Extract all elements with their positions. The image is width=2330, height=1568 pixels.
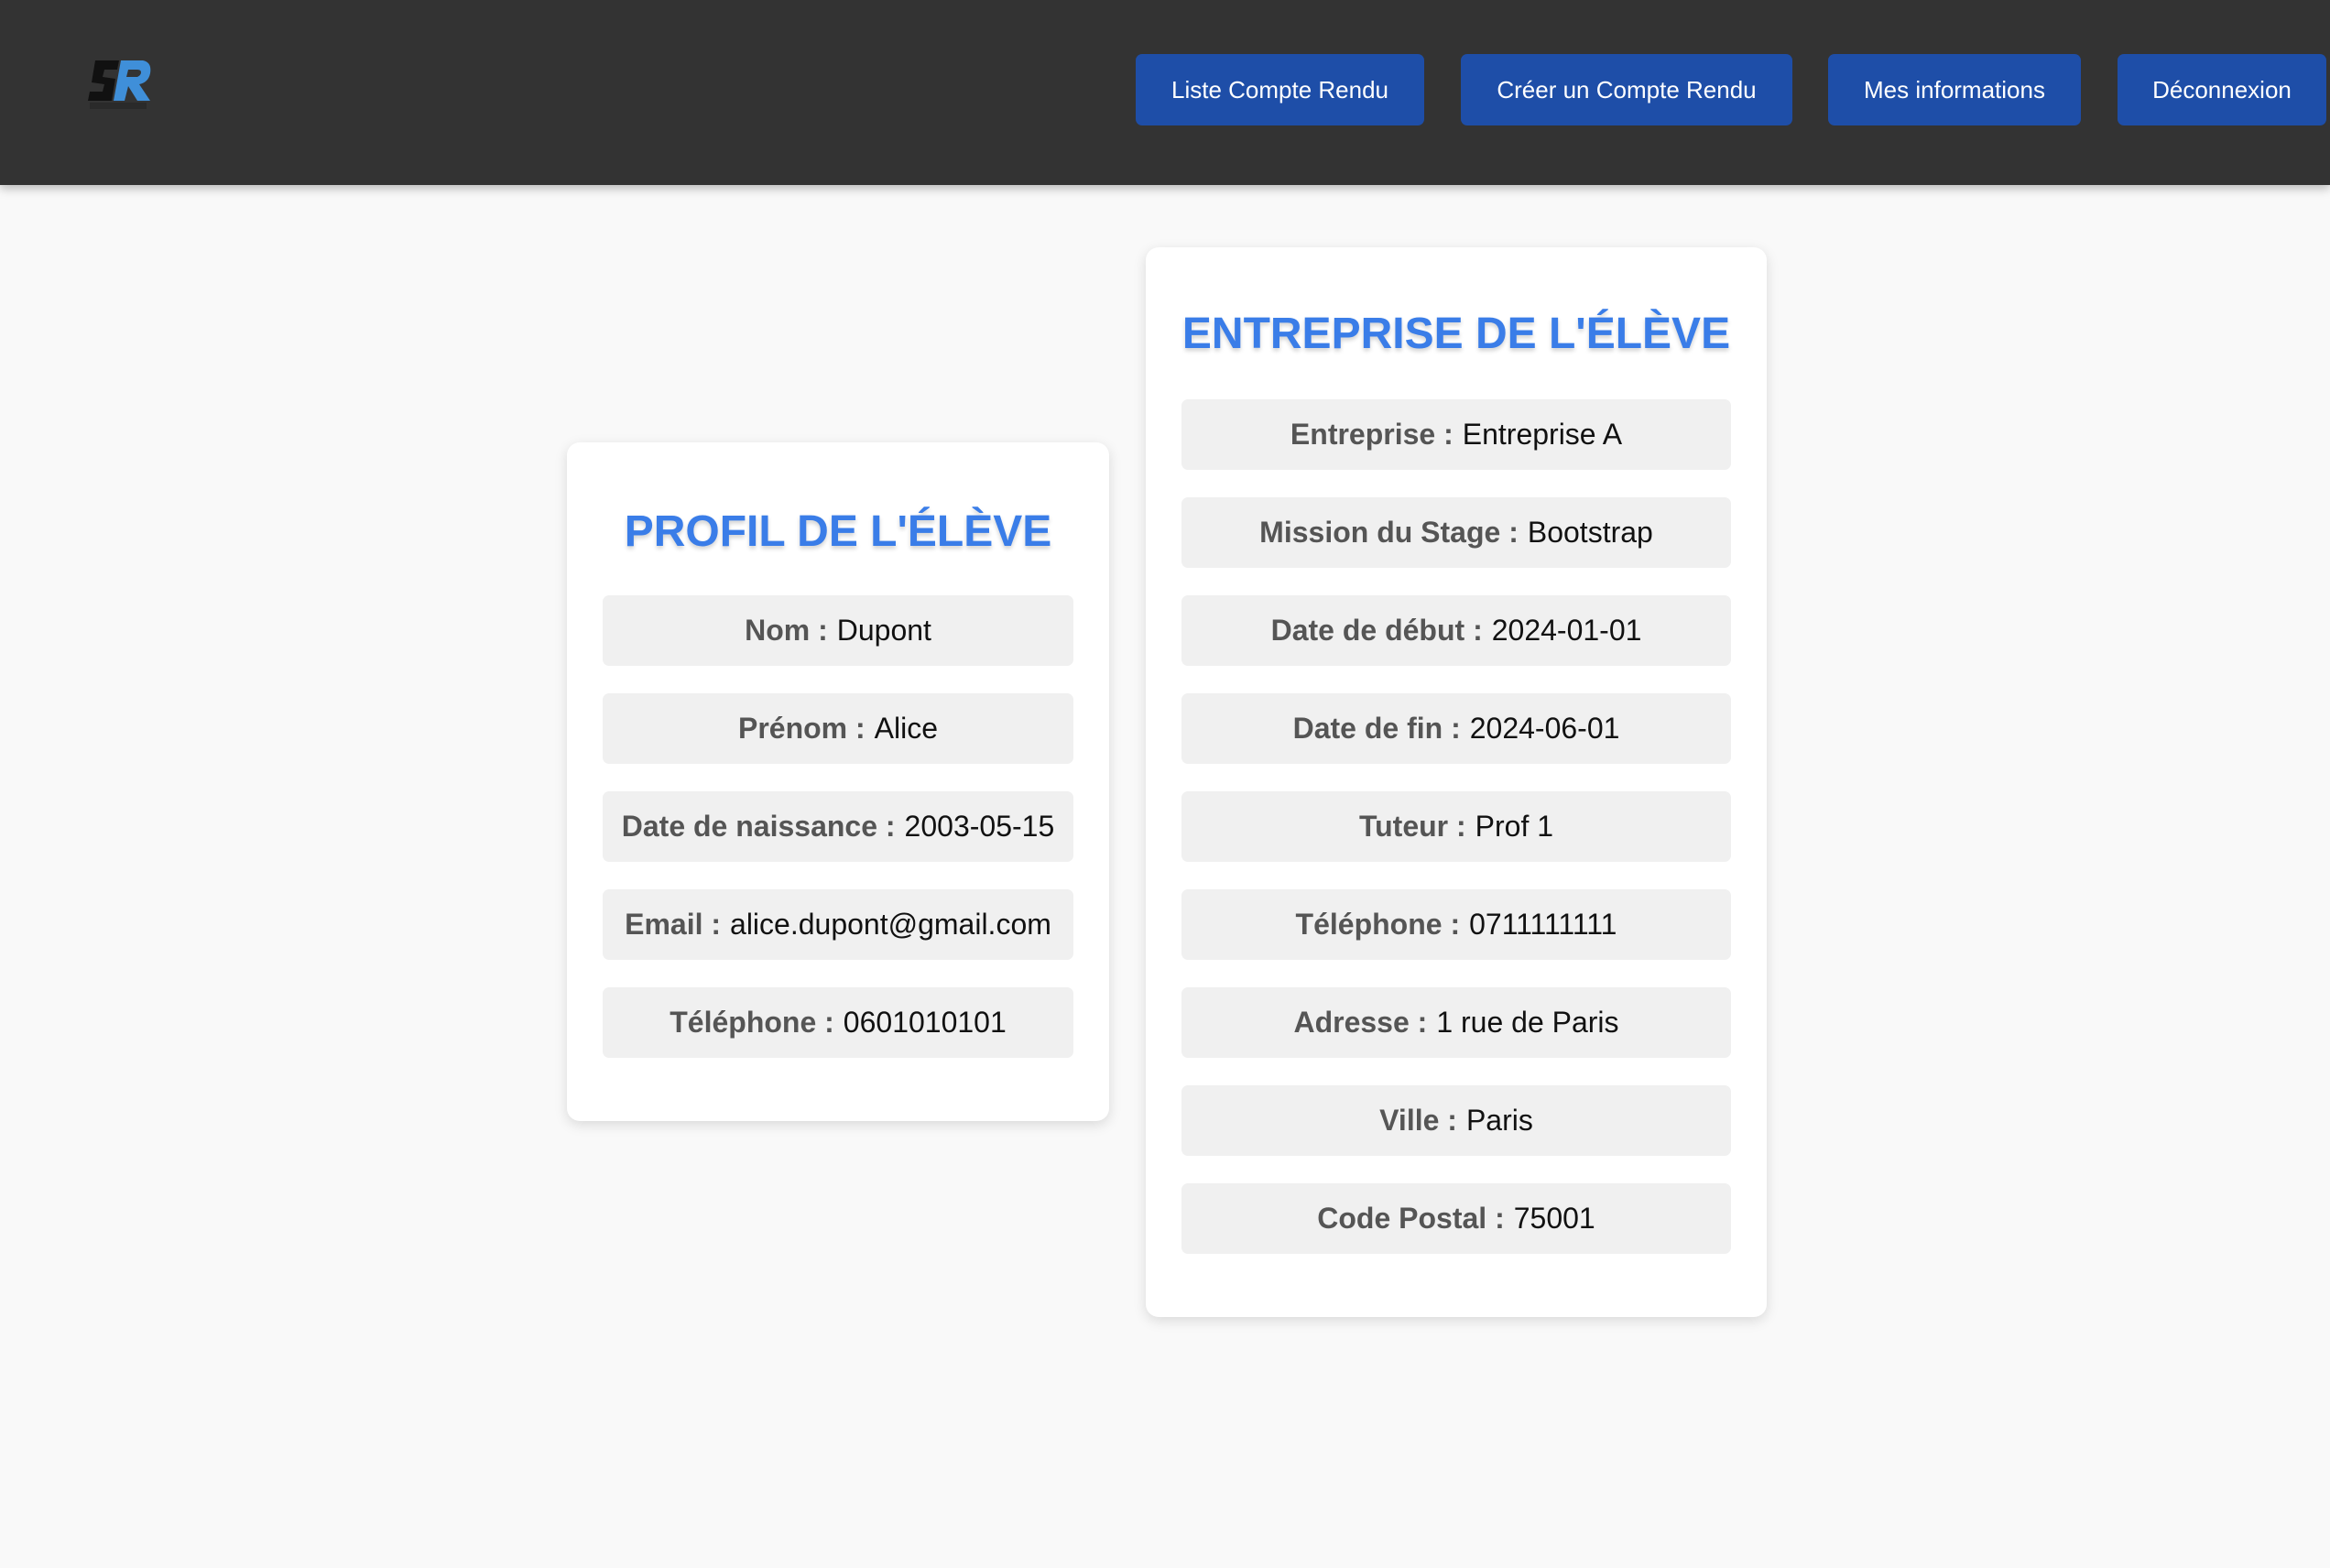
field-value: Paris <box>1465 1104 1533 1137</box>
field-label: Date de fin : <box>1292 712 1461 745</box>
profile-field-nom: Nom : Dupont <box>603 595 1073 666</box>
company-field-date-fin: Date de fin : 2024-06-01 <box>1181 693 1731 764</box>
field-value: Prof 1 <box>1475 810 1554 843</box>
nav-liste-compte-rendu-button[interactable]: Liste Compte Rendu <box>1136 54 1424 125</box>
field-label: Entreprise : <box>1290 418 1454 451</box>
field-value: 1 rue de Paris <box>1436 1006 1619 1039</box>
top-navbar: Liste Compte Rendu Créer un Compte Rendu… <box>0 0 2330 185</box>
field-value: 75001 <box>1513 1202 1595 1235</box>
company-card-title: ENTREPRISE DE L'ÉLÈVE <box>1181 310 1731 358</box>
field-value: 2003-05-15 <box>904 810 1055 843</box>
field-value: Entreprise A <box>1462 418 1623 451</box>
field-label: Date de naissance : <box>621 810 896 843</box>
sr-logo-icon[interactable] <box>88 57 152 112</box>
field-label: Nom : <box>745 614 828 647</box>
company-field-code-postal: Code Postal : 75001 <box>1181 1183 1731 1254</box>
field-label: Prénom : <box>737 712 866 745</box>
field-value: alice.dupont@gmail.com <box>730 908 1051 941</box>
field-value: 2024-01-01 <box>1491 614 1642 647</box>
profile-field-telephone: Téléphone : 0601010101 <box>603 987 1073 1058</box>
field-label: Téléphone : <box>1295 908 1461 941</box>
field-value: 0601010101 <box>843 1006 1007 1039</box>
company-field-tuteur: Tuteur : Prof 1 <box>1181 791 1731 862</box>
field-label: Code Postal : <box>1317 1202 1505 1235</box>
field-label: Adresse : <box>1293 1006 1428 1039</box>
company-field-ville: Ville : Paris <box>1181 1085 1731 1156</box>
nav-deconnexion-button[interactable]: Déconnexion <box>2118 54 2326 125</box>
field-value: Dupont <box>836 614 931 647</box>
field-label: Email : <box>625 908 722 941</box>
company-field-mission: Mission du Stage : Bootstrap <box>1181 497 1731 568</box>
company-field-entreprise: Entreprise : Entreprise A <box>1181 399 1731 470</box>
field-value: Bootstrap <box>1527 516 1653 549</box>
profile-field-prenom: Prénom : Alice <box>603 693 1073 764</box>
field-label: Date de début : <box>1270 614 1483 647</box>
nav-mes-informations-button[interactable]: Mes informations <box>1828 54 2081 125</box>
field-label: Ville : <box>1379 1104 1457 1137</box>
profile-card-title: PROFIL DE L'ÉLÈVE <box>624 507 1052 556</box>
student-company-card: ENTREPRISE DE L'ÉLÈVE Entreprise : Entre… <box>1146 247 1767 1317</box>
company-field-telephone: Téléphone : 0711111111 <box>1181 889 1731 960</box>
company-field-date-debut: Date de début : 2024-01-01 <box>1181 595 1731 666</box>
nav-creer-compte-rendu-button[interactable]: Créer un Compte Rendu <box>1461 54 1792 125</box>
field-value: 0711111111 <box>1469 908 1617 941</box>
company-field-adresse: Adresse : 1 rue de Paris <box>1181 987 1731 1058</box>
student-profile-card: PROFIL DE L'ÉLÈVE Nom : Dupont Prénom : … <box>567 442 1109 1121</box>
field-label: Téléphone : <box>670 1006 834 1039</box>
field-label: Tuteur : <box>1358 810 1466 843</box>
profile-field-email: Email : alice.dupont@gmail.com <box>603 889 1073 960</box>
field-value: 2024-06-01 <box>1469 712 1620 745</box>
profile-field-date-naissance: Date de naissance : 2003-05-15 <box>603 791 1073 862</box>
field-value: Alice <box>874 712 939 745</box>
field-label: Mission du Stage : <box>1259 516 1519 549</box>
